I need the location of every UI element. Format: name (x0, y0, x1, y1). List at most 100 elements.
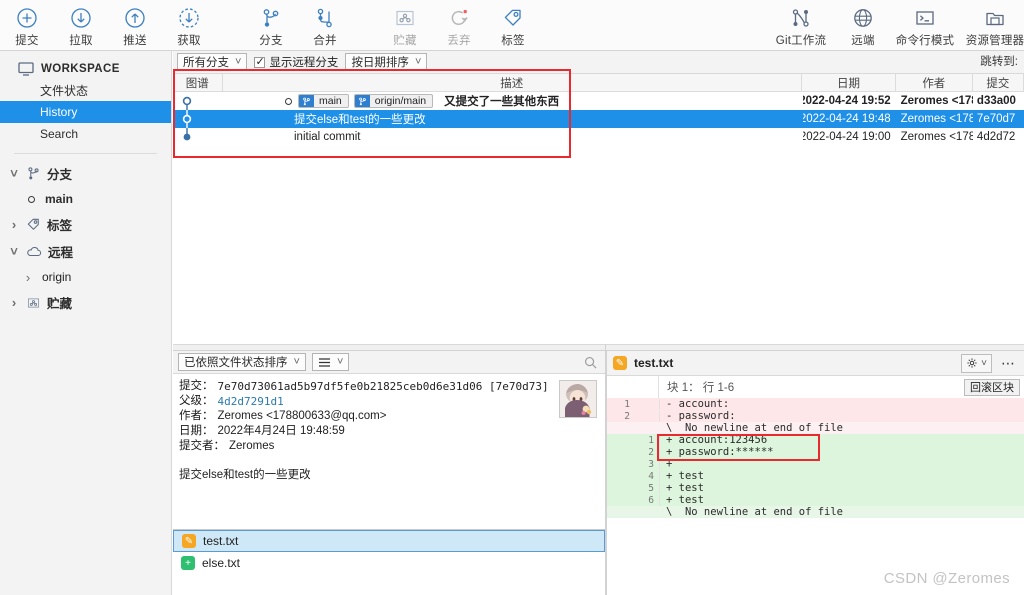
chevron-down-icon[interactable] (8, 244, 20, 259)
column-header-commit[interactable]: 提交 (973, 74, 1024, 91)
diff-line-text: + password:****** (666, 446, 774, 458)
column-header-date[interactable]: 日期 (802, 74, 896, 91)
diff-new-lineno (633, 411, 659, 422)
toolbar-button-fetch[interactable]: 获取 (162, 0, 216, 50)
diff-settings-button[interactable]: ˅ (961, 353, 992, 373)
diff-line: 2 - password: (607, 410, 1024, 422)
detail-field-key: 日期： (179, 425, 214, 437)
diff-file-name: test.txt (634, 356, 674, 370)
ref-badge-origin-main[interactable]: origin/main (353, 94, 434, 108)
diff-line: \ No newline at end of file (607, 506, 1024, 518)
detail-field-author: 作者： Zeromes <178800633@qq.com> (179, 409, 599, 424)
merge-icon (314, 5, 336, 31)
toolbar-button-tag[interactable]: 标签 (486, 0, 540, 50)
list-item[interactable]: + else.txt (173, 552, 605, 574)
sidebar-tree-tags[interactable]: 标签 (0, 211, 171, 238)
diff-gutter: 2 (607, 446, 660, 458)
detail-field-value: Zeromes (229, 440, 275, 452)
column-header-author[interactable]: 作者 (896, 74, 973, 91)
table-row[interactable]: initial commit 2022-04-24 19:00 Zeromes … (173, 128, 1024, 146)
file-sort-dropdown[interactable]: 已依照文件状态排序 (178, 353, 306, 371)
table-row[interactable]: 提交else和test的一些更改 2022-04-24 19:48 Zerome… (173, 110, 1024, 128)
toolbar-button-commit[interactable]: 提交 (0, 0, 54, 50)
commit-author-cell: Zeromes <17880 (900, 131, 973, 143)
rollback-hunk-button[interactable]: 回滚区块 (964, 378, 1020, 396)
diff-old-lineno (607, 435, 633, 446)
toolbar-button-label: Git工作流 (775, 35, 827, 47)
list-item[interactable]: ✎ test.txt (173, 530, 605, 552)
workspace-label: WORKSPACE (41, 63, 120, 75)
chevron-right-icon[interactable] (8, 217, 20, 232)
show-remote-branches-checkbox[interactable]: 显示远程分支 (254, 54, 338, 70)
chevron-right-icon[interactable] (22, 270, 34, 285)
diff-content[interactable]: 1 - account: 2 - password: \ No newline … (606, 398, 1024, 595)
sidebar-tree-label: 贮藏 (47, 297, 73, 311)
toolbar-button-remote[interactable]: 远端 (836, 0, 890, 50)
diff-line: 4 + test (607, 470, 1024, 482)
sidebar-tree-branches[interactable]: 分支 (0, 160, 171, 187)
toolbar-button-terminal[interactable]: 命令行模式 (890, 0, 960, 50)
diff-line-text: + test (666, 482, 704, 494)
chevron-right-icon[interactable] (8, 295, 20, 310)
file-sort-value: 已依照文件状态排序 (184, 357, 288, 369)
sidebar-item-file-status[interactable]: 文件状态 (0, 79, 171, 101)
app-window: 提交 拉取 推送 获取 分支 合并 贮藏 丢弃 标签 Git工作流 远端 命令行… (0, 0, 1024, 595)
branch-icon (354, 95, 370, 107)
toolbar-button-gitflow[interactable]: Git工作流 (766, 0, 836, 50)
diff-old-lineno (607, 495, 633, 506)
detail-field-key: 父级： (179, 395, 214, 407)
detail-field-value: 7e70d73061ad5b97df5fe0b21825ceb0d6e31d06… (217, 380, 549, 393)
toolbar-button-label: 远端 (851, 35, 875, 47)
search-icon[interactable] (584, 356, 597, 369)
sidebar-item-search[interactable]: Search (0, 123, 171, 145)
table-row[interactable]: main origin/main 又提交了一些其他东西 2022-04-24 1… (173, 92, 1024, 110)
branch-icon (26, 166, 41, 181)
toolbar-button-pull[interactable]: 拉取 (54, 0, 108, 50)
diff-gutter: 3 (607, 458, 660, 470)
view-mode-dropdown[interactable] (311, 353, 350, 371)
toolbar-button-label: 标签 (501, 35, 525, 47)
workspace-header[interactable]: WORKSPACE (0, 59, 171, 79)
stash-icon (394, 5, 416, 31)
sidebar-item-label: Search (40, 127, 79, 141)
detail-field-value[interactable]: 4d2d7291d1 (218, 394, 284, 409)
ref-badge-main[interactable]: main (298, 94, 349, 108)
toolbar-button-label: 获取 (177, 35, 201, 47)
branch-icon (260, 5, 282, 31)
sidebar-tree-remote-origin[interactable]: origin (0, 265, 171, 289)
toolbar-button-push[interactable]: 推送 (108, 0, 162, 50)
column-header-graph[interactable]: 图谱 (173, 74, 223, 91)
diff-gutter: 4 (607, 470, 660, 482)
toolbar-button-label: 拉取 (69, 35, 93, 47)
commit-history-table: 图谱 描述 日期 作者 提交 main origin/main 又提交了一些其他… (173, 74, 1024, 344)
sidebar-item-history[interactable]: History (0, 101, 171, 123)
column-header-description[interactable]: 描述 (223, 74, 803, 91)
toolbar-button-discard[interactable]: 丢弃 (432, 0, 486, 50)
sidebar-tree-remotes[interactable]: 远程 (0, 238, 171, 265)
toolbar-button-label: 推送 (123, 35, 147, 47)
commit-hash-cell: 7e70d7 (976, 113, 1016, 125)
diff-old-lineno: 2 (624, 410, 630, 422)
diff-gutter: 5 (607, 482, 660, 494)
toolbar-button-label: 分支 (259, 35, 283, 47)
branch-filter-dropdown[interactable]: 所有分支 (177, 53, 248, 71)
toolbar-button-explorer[interactable]: 资源管理器 (960, 0, 1024, 50)
diff-new-lineno: 3 (648, 458, 654, 470)
diff-gutter: 6 (607, 494, 660, 506)
commit-graph-cell (173, 128, 231, 146)
sort-order-dropdown[interactable]: 按日期排序 (345, 53, 428, 71)
diff-panel-header: ✎ test.txt ˅ ⋯ (606, 350, 1024, 376)
toolbar-button-merge[interactable]: 合并 (298, 0, 352, 50)
detail-field-value: Zeromes <178800633@qq.com> (217, 410, 387, 422)
toolbar-button-branch[interactable]: 分支 (244, 0, 298, 50)
toolbar-button-label: 提交 (15, 35, 39, 47)
chevron-down-icon[interactable] (8, 166, 20, 181)
folder-icon (984, 5, 1006, 31)
sidebar-tree-stashes[interactable]: 贮藏 (0, 289, 171, 316)
toolbar-button-stash[interactable]: 贮藏 (378, 0, 432, 50)
ellipsis-icon[interactable]: ⋯ (999, 355, 1018, 372)
commit-dot-icon (28, 195, 35, 203)
sidebar-tree-branch-main[interactable]: main (0, 187, 171, 211)
arrow-down-dashed-circle-icon (178, 5, 200, 31)
detail-field-key: 提交者： (179, 440, 225, 452)
